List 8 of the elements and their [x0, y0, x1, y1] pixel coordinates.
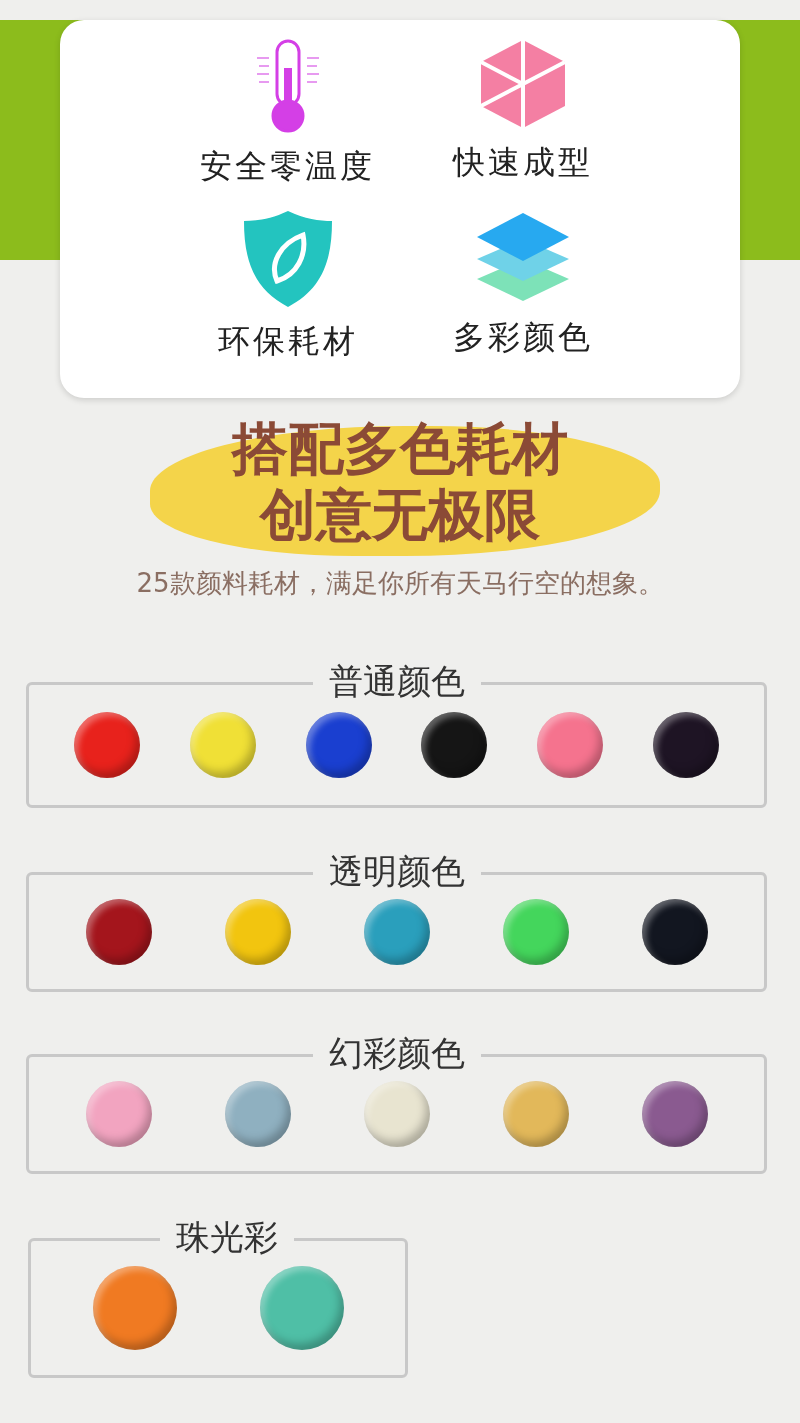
feature-label: 多彩颜色: [452, 317, 593, 358]
feature-label: 快速成型: [452, 142, 593, 183]
feature-label: 环保耗材: [217, 321, 358, 362]
cube-icon: [478, 38, 567, 130]
feature-label: 安全零温度: [200, 146, 375, 187]
headline: 搭配多色耗材: [232, 416, 568, 482]
headline: 创意无极限: [260, 482, 540, 548]
subtitle: 25款颜料耗材，满足你所有天马行空的想象。: [136, 567, 664, 600]
